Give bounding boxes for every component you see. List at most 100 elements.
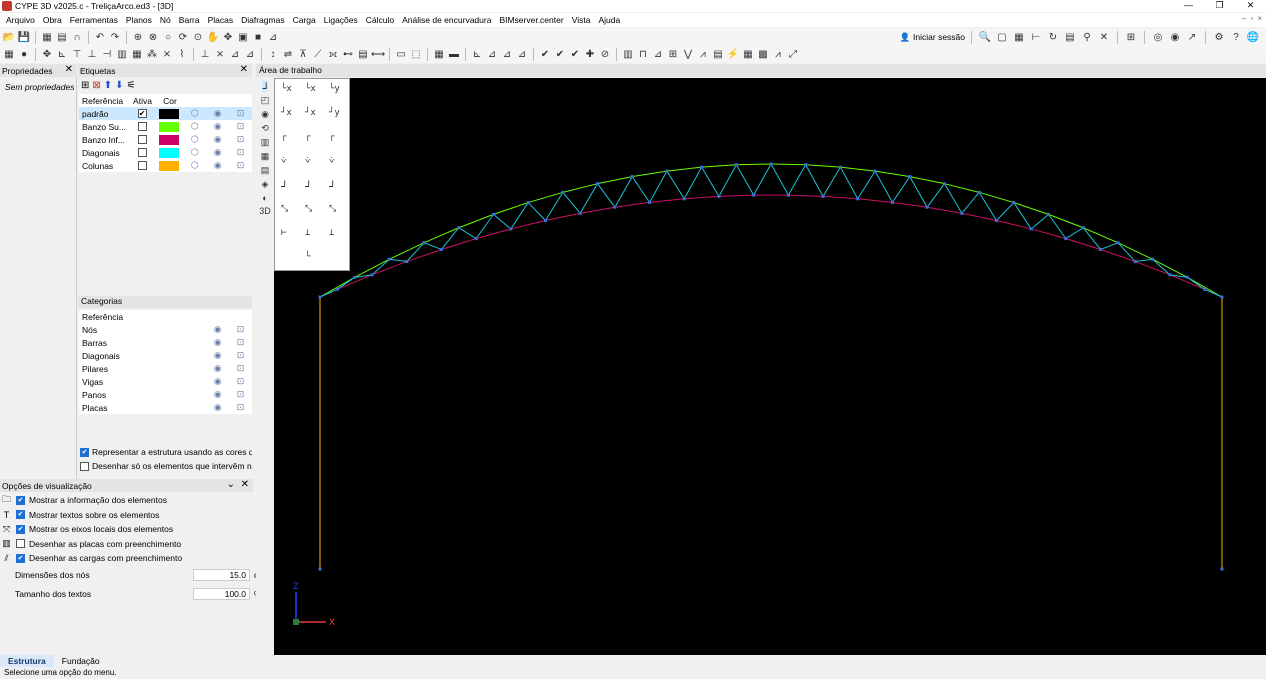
diagonal-bar[interactable]: [614, 176, 633, 208]
axis-orientation-icon[interactable]: └: [305, 252, 310, 262]
diagonal-bar[interactable]: [996, 202, 1015, 221]
diagonal-bar[interactable]: [770, 163, 789, 196]
bottom-chord-bar[interactable]: [475, 228, 511, 240]
add-label-icon[interactable]: ⊞: [81, 80, 89, 91]
diagonal-bar[interactable]: [458, 227, 477, 240]
cube-icon[interactable]: ⬡: [183, 108, 206, 119]
node[interactable]: [734, 163, 738, 167]
node[interactable]: [1168, 273, 1172, 277]
load8-icon[interactable]: ⟷: [371, 47, 385, 61]
group-icon[interactable]: ▦: [432, 47, 446, 61]
diagonal-bar[interactable]: [649, 170, 668, 203]
node[interactable]: [457, 226, 461, 230]
plane3-icon[interactable]: ▤: [261, 165, 270, 176]
close-icon[interactable]: ✕: [65, 64, 73, 76]
node[interactable]: [942, 182, 946, 186]
menu-barra[interactable]: Barra: [175, 15, 204, 25]
diagonal-bar[interactable]: [874, 170, 893, 203]
menu-ajuda[interactable]: Ajuda: [594, 15, 624, 25]
close-icon[interactable]: ✕: [240, 64, 248, 76]
result2-icon[interactable]: ⊓: [636, 47, 650, 61]
rotate-3d-icon[interactable]: ⟲: [261, 123, 269, 134]
eye-icon[interactable]: ◉: [206, 324, 229, 335]
node[interactable]: [960, 211, 964, 215]
node[interactable]: [1133, 260, 1137, 264]
beam-icon[interactable]: ⊤: [70, 47, 84, 61]
node[interactable]: [405, 260, 409, 264]
view-option-row[interactable]: T ✔ Mostrar textos sobre os elementos: [0, 508, 253, 523]
record-icon[interactable]: ●: [17, 47, 31, 61]
view-option-row[interactable]: ▥ Desenhar as placas com preenchimento: [0, 537, 253, 552]
result11-icon[interactable]: ⩘: [771, 47, 785, 61]
menu-placas[interactable]: Placas: [204, 15, 238, 25]
node[interactable]: [873, 169, 877, 173]
eye-icon[interactable]: ◉: [206, 337, 229, 348]
label-row[interactable]: Banzo Inf... ⬡ ◉ ⊡: [79, 133, 252, 146]
node[interactable]: [1116, 241, 1120, 245]
axis-orientation-icon[interactable]: ⩒: [329, 156, 334, 166]
diagonal-bar[interactable]: [701, 166, 720, 197]
node[interactable]: [596, 182, 600, 186]
top-chord-bar[interactable]: [874, 170, 910, 178]
node[interactable]: [491, 212, 495, 216]
lock-icon[interactable]: ⊡: [229, 389, 252, 400]
result9-icon[interactable]: ▦: [741, 47, 755, 61]
share-icon[interactable]: ↗: [1185, 30, 1199, 44]
open-icon[interactable]: 📂: [2, 30, 16, 44]
lock-icon[interactable]: ⊡: [229, 147, 252, 158]
assign-label-icon[interactable]: ⚟: [127, 80, 136, 91]
load5-icon[interactable]: ⟗: [326, 47, 340, 61]
diagonal-bar[interactable]: [944, 183, 963, 214]
node[interactable]: [925, 205, 929, 209]
layers-icon[interactable]: ◈: [262, 179, 269, 190]
diagonal-bar[interactable]: [735, 164, 755, 196]
view-option-row[interactable]: ⤧ ✔ Mostrar os eixos locais dos elementos: [0, 522, 253, 537]
minimize-button[interactable]: —: [1173, 0, 1204, 12]
category-row[interactable]: Pilares ◉ ⊡: [79, 362, 252, 375]
axis-orientation-icon[interactable]: └x: [281, 84, 292, 94]
plane-icon[interactable]: ▥: [261, 137, 270, 148]
eye-icon[interactable]: ◉: [206, 134, 229, 145]
node[interactable]: [838, 165, 842, 169]
structure-icon[interactable]: ⊢: [1029, 30, 1043, 44]
axis-orientation-icon[interactable]: ⤡: [305, 204, 312, 214]
load7-icon[interactable]: ▤: [356, 47, 370, 61]
lock-icon[interactable]: ⊡: [229, 350, 252, 361]
view-option-row[interactable]: ⫽ ✔ Desenhar as cargas com preenchimento: [0, 551, 253, 566]
node[interactable]: [474, 237, 478, 241]
node[interactable]: [1220, 567, 1224, 571]
category-row[interactable]: Barras ◉ ⊡: [79, 336, 252, 349]
diagonal-bar[interactable]: [1100, 242, 1119, 250]
bottom-chord-bar[interactable]: [718, 194, 754, 197]
search-icon[interactable]: 🔍: [978, 30, 992, 44]
menu-ligacoes[interactable]: Ligações: [320, 15, 362, 25]
diagonal-bar[interactable]: [389, 258, 407, 263]
login-area[interactable]: 👤 Iniciar sessão 🔍 ▢ ▦ ⊢ ↻ ▤ ⚲ ✕ ⊞ ◎ ◉ ↗…: [899, 30, 1260, 44]
window-icon[interactable]: ■: [251, 30, 265, 44]
node[interactable]: [821, 194, 825, 198]
label-row[interactable]: Colunas ⬡ ◉ ⊡: [79, 159, 252, 172]
result12-icon[interactable]: ⤢: [786, 47, 800, 61]
zoom-window-icon[interactable]: ⊕: [131, 30, 145, 44]
rotate-icon[interactable]: ⟳: [176, 30, 190, 44]
node-list-icon[interactable]: ⁂: [145, 47, 159, 61]
design2-icon[interactable]: ✔: [568, 47, 582, 61]
magnet-icon[interactable]: ∩: [70, 30, 84, 44]
load-icon[interactable]: ↕: [266, 47, 280, 61]
node[interactable]: [1012, 201, 1016, 205]
node[interactable]: [700, 165, 704, 169]
top-chord-bar[interactable]: [493, 202, 529, 215]
label-row[interactable]: Diagonais ⬡ ◉ ⊡: [79, 146, 252, 159]
node[interactable]: [1029, 227, 1033, 231]
lock-icon[interactable]: ⊡: [229, 337, 252, 348]
measure-icon[interactable]: ⊿: [266, 30, 280, 44]
filter-icon[interactable]: ⚲: [1080, 30, 1094, 44]
panel-icon[interactable]: ▥: [115, 47, 129, 61]
bim-icon[interactable]: ◎: [1151, 30, 1165, 44]
node[interactable]: [769, 162, 773, 166]
result3-icon[interactable]: ⊿: [651, 47, 665, 61]
axis-orientation-icon[interactable]: ⊥: [305, 228, 310, 238]
axis-orientation-icon[interactable]: └y: [329, 84, 340, 94]
bottom-chord-bar[interactable]: [684, 195, 719, 200]
top-chord-bar[interactable]: [666, 166, 702, 172]
